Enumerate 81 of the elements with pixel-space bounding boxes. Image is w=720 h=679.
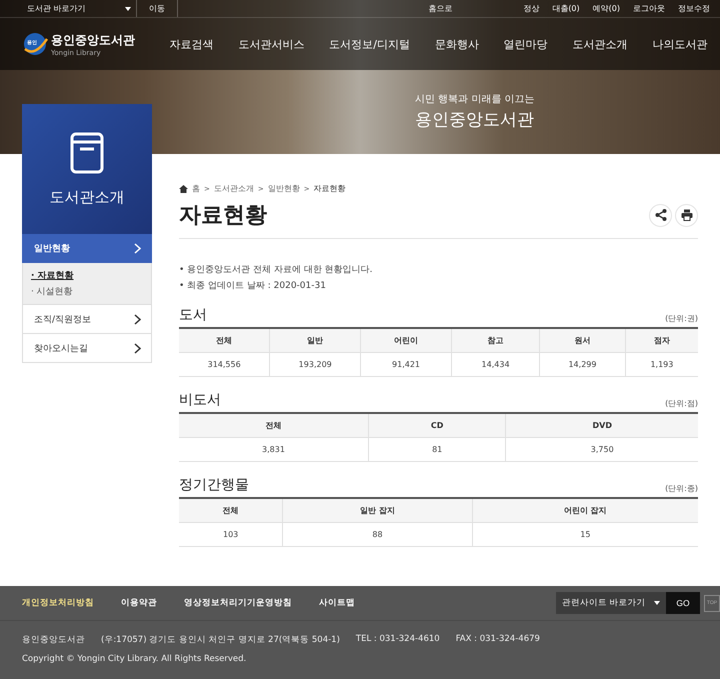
footer-info-text: TEL : 031-324-4610 bbox=[356, 634, 440, 646]
nav-menu-item[interactable]: 도서관서비스 bbox=[238, 36, 304, 52]
user-link[interactable]: 정보수정 bbox=[678, 3, 710, 14]
footer-info-text: 용인중앙도서관 bbox=[22, 634, 85, 646]
section-title: 정기간행물 bbox=[179, 476, 249, 494]
info-note: • 최종 업데이트 날짜 : 2020-01-31 bbox=[179, 280, 327, 292]
nav-menu-item[interactable]: 열린마당 bbox=[504, 36, 548, 52]
go-link[interactable]: 이동 bbox=[137, 0, 178, 17]
share-button[interactable] bbox=[649, 204, 672, 226]
table-cell: 88 bbox=[282, 522, 472, 546]
nav-menu-item[interactable]: 문화행사 bbox=[434, 36, 479, 52]
footer-info-text: FAX : 031-324-4679 bbox=[456, 634, 540, 646]
nav-menu-item[interactable]: 자료검색 bbox=[169, 36, 214, 52]
copyright-text: Copyright © Yongin City Library. All Rights Reserved. bbox=[22, 654, 248, 664]
print-button[interactable] bbox=[675, 204, 698, 226]
hero-tagline: 시민 행복과 미래를 이끄는 bbox=[415, 93, 535, 106]
info-note: • 용인중앙도서관 전체 자료에 대한 현황입니다. bbox=[179, 264, 374, 276]
table-header-cell: 점자 bbox=[625, 328, 698, 352]
book-icon bbox=[70, 132, 104, 174]
table-header-cell: 참고 bbox=[451, 328, 540, 352]
table-cell: 14,299 bbox=[540, 352, 626, 376]
user-link[interactable]: 정상 bbox=[523, 3, 540, 14]
share-icon bbox=[654, 209, 666, 221]
sidebar-title: 도서관소개 bbox=[50, 188, 124, 206]
table-header-cell: DVD bbox=[506, 413, 698, 438]
caret-icon bbox=[654, 601, 660, 605]
sidebar-item[interactable]: 일반현황 bbox=[22, 234, 152, 263]
unit-label: (단위:점) bbox=[665, 398, 698, 409]
sidebar-item[interactable]: 조직/직원정보 bbox=[22, 305, 152, 334]
table-header-cell: 일반 bbox=[270, 328, 361, 352]
home-icon bbox=[179, 184, 188, 192]
footer-link[interactable]: 이용약관 bbox=[121, 597, 157, 609]
table-cell: 3,831 bbox=[179, 438, 368, 462]
breadcrumb-link[interactable]: 홈 bbox=[192, 183, 200, 194]
user-link[interactable]: 로그아웃 bbox=[633, 3, 665, 14]
breadcrumb-link[interactable]: 일반현황 bbox=[268, 183, 300, 194]
logo-name[interactable]: 용인중앙도서관 bbox=[51, 32, 135, 48]
hero-title: 용인중앙도서관 bbox=[415, 109, 534, 131]
chevron-icon bbox=[134, 242, 141, 254]
chevron-icon bbox=[134, 342, 141, 354]
related-site-select[interactable]: 관련사이트 바로가기 bbox=[556, 592, 666, 614]
submenu-item[interactable]: · 시설현황 bbox=[31, 285, 143, 298]
table-header-cell: 일반 잡지 bbox=[282, 498, 472, 522]
printer-icon bbox=[680, 209, 692, 221]
breadcrumb-link[interactable]: 자료현황 bbox=[314, 183, 346, 194]
section-title: 도서 bbox=[179, 306, 207, 324]
table-cell: 14,434 bbox=[451, 352, 540, 376]
nav-menu-item[interactable]: 도서관소개 bbox=[572, 36, 628, 52]
logo-icon bbox=[22, 31, 48, 57]
go-button[interactable]: GO bbox=[666, 592, 700, 614]
submenu-item[interactable]: · 자료현황 bbox=[31, 269, 143, 282]
home-link[interactable]: 홈으로 bbox=[428, 3, 453, 14]
table-cell: 81 bbox=[368, 438, 506, 462]
chevron-icon bbox=[134, 314, 141, 324]
table-header-cell: CD bbox=[368, 413, 506, 438]
footer-link[interactable]: 사이트맵 bbox=[319, 597, 355, 609]
table-header-cell: 전체 bbox=[179, 413, 368, 438]
unit-label: (단위:종) bbox=[665, 483, 698, 494]
table-header-cell: 전체 bbox=[179, 328, 270, 352]
footer-info-text: (우:17057) 경기도 용인시 처인구 명지로 27(역북동 504-1) bbox=[101, 634, 340, 646]
table-cell: 314,556 bbox=[179, 352, 270, 376]
user-link[interactable]: 대출(0) bbox=[552, 3, 580, 14]
table-header-cell: 원서 bbox=[540, 328, 626, 352]
footer-link[interactable]: 개인정보처리방침 bbox=[22, 597, 94, 609]
footer-link[interactable]: 영상정보처리기기운영방침 bbox=[184, 597, 292, 609]
page-title: 자료현황 bbox=[179, 202, 267, 230]
table-cell: 103 bbox=[179, 522, 283, 546]
library-select[interactable]: 도서관 바로가기 bbox=[22, 0, 137, 17]
nav-menu-item[interactable]: 나의도서관 bbox=[652, 36, 708, 52]
user-link[interactable]: 예약(0) bbox=[592, 3, 620, 14]
sidebar-item[interactable]: 찾아오시는길 bbox=[22, 334, 152, 363]
table-cell: 91,421 bbox=[360, 352, 452, 376]
section-title: 비도서 bbox=[179, 391, 221, 409]
table-cell: 193,209 bbox=[270, 352, 361, 376]
table-header-cell: 어린이 bbox=[360, 328, 452, 352]
caret-icon bbox=[125, 6, 131, 10]
nav-menu-item[interactable]: 도서정보/디지털 bbox=[329, 36, 410, 52]
unit-label: (단위:권) bbox=[665, 313, 698, 324]
breadcrumb-link[interactable]: 도서관소개 bbox=[214, 183, 254, 194]
table-header-cell: 전체 bbox=[179, 498, 283, 522]
table-header-cell: 어린이 잡지 bbox=[472, 498, 698, 522]
